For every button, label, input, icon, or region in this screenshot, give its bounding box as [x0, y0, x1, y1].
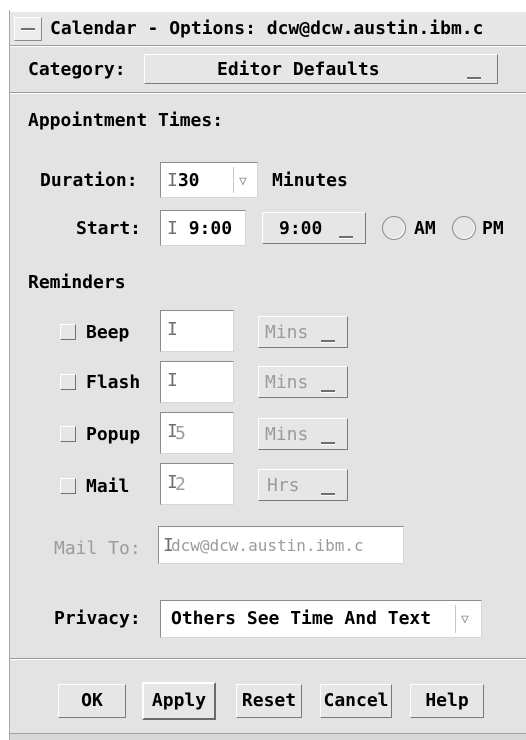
ok-button[interactable]: OK	[58, 684, 126, 718]
duration-label: Duration:	[40, 170, 138, 191]
beep-amount-field[interactable]: I	[160, 310, 234, 352]
window-title: Calendar - Options: dcw@dcw.austin.ibm.c	[50, 18, 484, 39]
am-radio[interactable]	[382, 216, 406, 240]
flash-checkbox[interactable]	[60, 374, 76, 390]
flash-amount-field[interactable]: I	[160, 361, 234, 403]
beep-unit-menu[interactable]: Mins	[258, 316, 348, 348]
mail-unit-menu[interactable]: Hrs	[258, 469, 348, 501]
option-menu-dash-icon	[321, 380, 335, 401]
category-value: Editor Defaults	[217, 59, 380, 80]
mail-amount-value: 2	[175, 474, 186, 495]
mail-to-field[interactable]: I dcw@dcw.austin.ibm.c	[158, 526, 404, 564]
am-label: AM	[414, 218, 436, 239]
category-option-menu[interactable]: Editor Defaults	[144, 54, 498, 84]
apply-button[interactable]: Apply	[142, 682, 216, 720]
option-menu-dash-icon	[321, 432, 335, 453]
flash-unit-value: Mins	[265, 372, 309, 393]
start-time-field[interactable]: I 9:00	[160, 210, 246, 246]
beep-checkbox[interactable]	[60, 324, 76, 340]
mail-amount-field[interactable]: I 2	[160, 463, 234, 505]
option-menu-dash-icon	[321, 330, 335, 351]
popup-unit-value: Mins	[265, 424, 309, 445]
duration-unit: Minutes	[272, 170, 348, 191]
dropdown-triangle-icon[interactable]: ▽	[239, 174, 247, 189]
reminders-heading: Reminders	[28, 272, 126, 293]
flash-label: Flash	[86, 372, 141, 393]
privacy-value: Others See Time And Text	[171, 608, 432, 629]
mail-unit-value: Hrs	[267, 475, 300, 496]
pm-radio[interactable]	[452, 216, 476, 240]
category-label: Category:	[28, 59, 126, 80]
duration-value: 30	[177, 170, 200, 191]
popup-unit-menu[interactable]: Mins	[258, 418, 348, 450]
mail-to-value: dcw@dcw.austin.ibm.c	[171, 536, 364, 555]
option-menu-dash-icon	[467, 67, 481, 88]
window-menu-icon[interactable]	[14, 17, 42, 41]
cancel-button[interactable]: Cancel	[320, 684, 392, 718]
dropdown-triangle-icon[interactable]: ▽	[461, 612, 469, 627]
popup-label: Popup	[86, 424, 141, 445]
beep-unit-value: Mins	[265, 322, 309, 343]
privacy-combo[interactable]: Others See Time And Text ▽	[160, 600, 482, 638]
mail-label: Mail	[86, 476, 130, 497]
reset-button[interactable]: Reset	[236, 684, 302, 718]
flash-unit-menu[interactable]: Mins	[258, 366, 348, 398]
popup-amount-field[interactable]: I 5	[160, 412, 234, 454]
beep-label: Beep	[86, 322, 130, 343]
appointment-times-heading: Appointment Times:	[28, 110, 224, 131]
duration-combo[interactable]: I30 ▽	[160, 162, 258, 198]
button-separator	[10, 658, 526, 660]
window-frame-bottom	[10, 733, 526, 740]
start-time-menu[interactable]: 9:00	[262, 212, 366, 244]
start-time-value: 9:00	[188, 218, 233, 239]
privacy-label: Privacy:	[54, 608, 141, 629]
option-menu-dash-icon	[321, 483, 335, 504]
mail-to-label: Mail To:	[54, 538, 141, 559]
mail-checkbox[interactable]	[60, 478, 76, 494]
help-button[interactable]: Help	[410, 684, 484, 718]
start-label: Start:	[76, 218, 142, 239]
start-time-menu-value: 9:00	[279, 218, 323, 239]
option-menu-dash-icon	[339, 226, 353, 247]
pm-label: PM	[482, 218, 504, 239]
popup-checkbox[interactable]	[60, 426, 76, 442]
popup-amount-value: 5	[175, 423, 186, 444]
separator	[10, 92, 526, 94]
